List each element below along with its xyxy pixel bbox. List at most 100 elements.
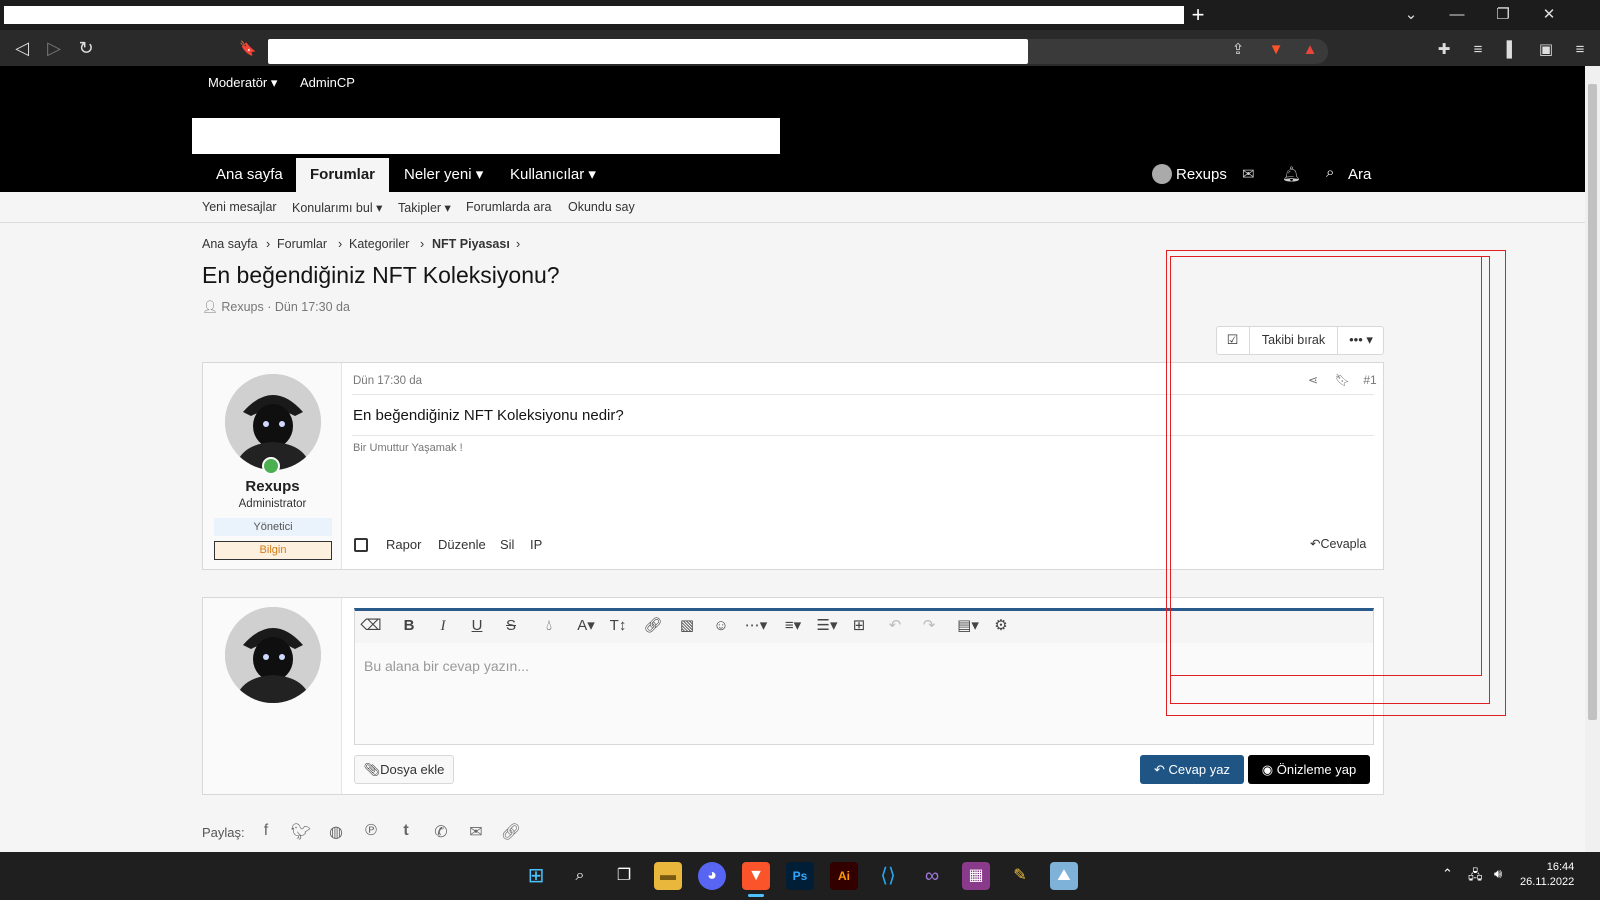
wallet-icon[interactable]: ▣ (1534, 38, 1558, 62)
settings-icon[interactable]: ⚙ (988, 614, 1014, 638)
size-icon[interactable]: T↕ (602, 614, 634, 638)
subnav-mark-read[interactable]: Okundu say (568, 200, 635, 214)
italic-icon[interactable]: I (430, 614, 456, 638)
tab-list-icon[interactable]: ⌄ (1396, 4, 1426, 26)
more-icon[interactable]: ⋯▾ (740, 614, 772, 638)
back-icon[interactable]: ◁ (10, 36, 34, 60)
whatsapp-icon[interactable]: ✆ (429, 822, 453, 842)
search-link[interactable]: Ara (1348, 166, 1371, 183)
strike-icon[interactable]: S (498, 614, 524, 638)
breadcrumb-home[interactable]: Ana sayfa (202, 237, 258, 251)
illustrator-icon[interactable]: Ai (830, 862, 858, 890)
subnav-search-forums[interactable]: Forumlarda ara (466, 200, 551, 214)
eraser-icon[interactable]: ⌫ (358, 614, 384, 638)
redo-icon[interactable]: ↷ (916, 614, 942, 638)
header-avatar[interactable] (1152, 164, 1172, 184)
inbox-icon[interactable]: ✉ (1242, 165, 1255, 183)
share-page-icon[interactable]: ⇪ (1226, 38, 1250, 62)
link-icon[interactable]: 🔗︎ (499, 822, 523, 842)
network-icon[interactable]: 🖧︎ (1468, 866, 1483, 888)
avatar[interactable] (225, 374, 321, 470)
select-post-checkbox[interactable] (354, 538, 368, 552)
chevron-up-icon[interactable]: ⌃ (1442, 866, 1453, 882)
preview-button[interactable]: ◉ Önizleme yap (1248, 755, 1370, 784)
extensions-icon[interactable]: ✚ (1432, 38, 1456, 62)
breadcrumb-separator: › (420, 237, 425, 251)
image-icon[interactable]: ▧ (674, 614, 700, 638)
reload-icon[interactable]: ↻ (74, 36, 98, 60)
tab-home[interactable]: Ana sayfa (202, 158, 297, 192)
browser-tab-redacted[interactable] (4, 6, 1184, 24)
photos-icon[interactable]: ⛰ (1050, 862, 1078, 890)
underline-icon[interactable]: U (464, 614, 490, 638)
url-input[interactable] (268, 39, 1028, 64)
table-icon[interactable]: ⊞ (846, 614, 872, 638)
vscode-icon[interactable]: ⟨⟩ (874, 862, 902, 890)
maximize-button[interactable]: ❐ (1488, 4, 1518, 26)
reddit-icon[interactable]: ◍ (324, 822, 348, 842)
bookmark-icon[interactable]: 🔖 (236, 36, 260, 60)
facebook-icon[interactable]: f (254, 822, 278, 840)
ip-link[interactable]: IP (530, 537, 542, 552)
admincp-link[interactable]: AdminCP (300, 75, 355, 90)
breadcrumb-categories[interactable]: Kategoriler (349, 237, 409, 251)
brave-rewards-icon[interactable]: ▲ (1298, 38, 1322, 62)
align-icon[interactable]: ≡▾ (778, 614, 808, 638)
menu-icon[interactable]: ≡ (1568, 38, 1592, 62)
minimize-button[interactable]: — (1442, 4, 1472, 26)
photoshop-icon[interactable]: Ps (786, 862, 814, 890)
scrollbar-thumb[interactable] (1588, 84, 1597, 720)
forward-icon[interactable]: ▷ (42, 36, 66, 60)
emoji-icon[interactable]: ☺ (708, 614, 734, 638)
active-app-indicator (748, 894, 764, 897)
sidebar-icon[interactable]: ▌ (1500, 38, 1524, 62)
brave-icon[interactable]: ▼ (742, 862, 770, 890)
paint-tool-icon[interactable]: ✎ (1006, 862, 1034, 890)
pinterest-icon[interactable]: ℗ (359, 822, 383, 840)
subnav-new-posts[interactable]: Yeni mesajlar (202, 200, 277, 214)
staff-bar: Moderatör ▾ AdminCP (0, 66, 1585, 100)
color-icon[interactable]: 💧︎ (536, 614, 562, 638)
subnav-watched[interactable]: Takipler ▾ (398, 200, 451, 215)
breadcrumb-nft-market[interactable]: NFT Piyasası (432, 237, 510, 251)
tab-whats-new[interactable]: Neler yeni ▾ (390, 158, 497, 192)
site-logo-redacted[interactable] (192, 118, 780, 154)
post-date[interactable]: Dün 17:30 da (353, 375, 422, 387)
attach-file-button[interactable]: 📎︎Dosya ekle (354, 755, 454, 784)
post-username[interactable]: Rexups (203, 478, 342, 495)
twitter-icon[interactable]: 🐦︎ (289, 822, 313, 842)
undo-icon[interactable]: ↶ (882, 614, 908, 638)
discord-icon[interactable]: ◕ (698, 862, 726, 890)
account-link[interactable]: Rexups (1176, 166, 1227, 183)
brave-shield-icon[interactable]: ▼ (1264, 38, 1288, 62)
bell-icon[interactable]: 🔔︎ (1282, 165, 1301, 183)
list-icon[interactable]: ☰▾ (812, 614, 842, 638)
new-tab-button[interactable]: + (1188, 3, 1208, 27)
link-icon[interactable]: 🔗︎ (640, 614, 666, 638)
save-icon[interactable]: ▤▾ (952, 614, 984, 638)
font-icon[interactable]: A▾ (570, 614, 602, 638)
edit-link[interactable]: Düzenle (438, 537, 486, 552)
winrar-icon[interactable]: ▦ (962, 862, 990, 890)
delete-link[interactable]: Sil (500, 537, 514, 552)
windows-start-icon[interactable]: ⊞ (522, 862, 550, 890)
volume-icon[interactable]: 🔊︎ (1494, 866, 1502, 882)
search-icon[interactable]: ⌕ (1326, 164, 1334, 181)
report-link[interactable]: Rapor (386, 537, 421, 552)
subnav-find-threads[interactable]: Konularımı bul ▾ (292, 200, 382, 215)
bold-icon[interactable]: B (396, 614, 422, 638)
visual-studio-icon[interactable]: ∞ (918, 862, 946, 890)
email-icon[interactable]: ✉ (464, 822, 488, 842)
file-explorer-icon[interactable]: ▬ (654, 862, 682, 890)
post-reply-button[interactable]: ↶ Cevap yaz (1140, 755, 1244, 784)
tab-forums[interactable]: Forumlar (296, 158, 390, 192)
system-clock[interactable]: 16:44 26.11.2022 (1520, 860, 1574, 890)
moderator-menu[interactable]: Moderatör ▾ (208, 75, 277, 91)
tumblr-icon[interactable]: t (394, 822, 418, 840)
tab-members[interactable]: Kullanıcılar ▾ (496, 158, 610, 192)
playlist-icon[interactable]: ≡ (1466, 38, 1490, 62)
close-button[interactable]: ✕ (1534, 4, 1564, 26)
breadcrumb-forums[interactable]: Forumlar (277, 237, 327, 251)
task-view-icon[interactable]: ❐ (610, 862, 638, 890)
search-icon[interactable]: ⌕ (566, 862, 594, 890)
